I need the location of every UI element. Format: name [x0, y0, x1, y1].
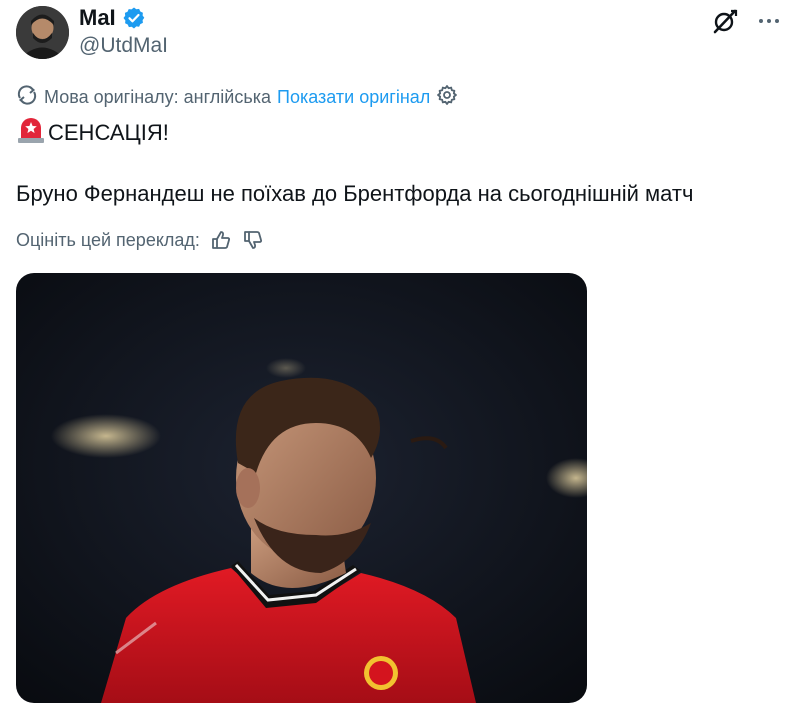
avatar[interactable]	[16, 6, 69, 59]
top-actions	[712, 8, 780, 34]
more-options-icon[interactable]	[758, 10, 780, 32]
thumbs-up-icon[interactable]	[210, 229, 232, 251]
tweet-media-photo[interactable]	[16, 273, 587, 703]
siren-icon	[16, 116, 46, 150]
gear-icon[interactable]	[436, 84, 458, 111]
avatar-image	[16, 6, 69, 59]
grok-icon[interactable]	[712, 8, 738, 34]
tweet-headline: СЕНСАЦІЯ!	[48, 120, 169, 145]
verified-badge-icon	[122, 6, 146, 30]
rate-translation-bar: Оцініть цей переклад:	[16, 229, 264, 251]
author-name-row[interactable]: MaI	[79, 5, 146, 31]
translate-icon	[16, 84, 38, 111]
rate-translation-label: Оцініть цей переклад:	[16, 229, 200, 250]
thumbs-down-icon[interactable]	[242, 229, 264, 251]
author-handle[interactable]: @UtdMaI	[79, 34, 168, 58]
player-photo	[16, 273, 587, 703]
tweet-body: Бруно Фернандеш не поїхав до Брентфорда …	[16, 181, 694, 206]
original-language-note: Мова оригіналу: англійська	[44, 87, 272, 107]
tweet-headline-row: СЕНСАЦІЯ!	[16, 116, 169, 150]
translation-bar: Мова оригіналу: англійська Показати ориг…	[16, 84, 458, 111]
author-name[interactable]: MaI	[79, 5, 116, 31]
show-original-link[interactable]: Показати оригінал	[277, 87, 430, 108]
